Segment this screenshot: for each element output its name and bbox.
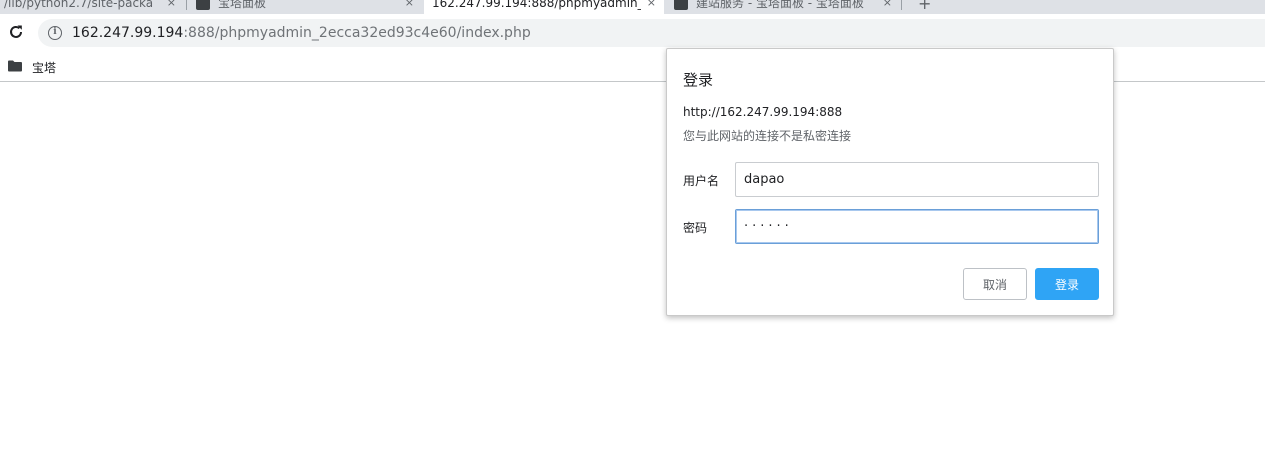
tab-close-icon[interactable]: × — [883, 0, 892, 11]
login-button[interactable]: 登录 — [1035, 268, 1099, 300]
tab-title: 162.247.99.194:888/phpmyadmin_2 — [432, 0, 641, 10]
tab-4[interactable]: 建站服务 - 宝塔面板 - 宝塔面板 × — [666, 0, 900, 14]
username-input[interactable] — [735, 162, 1099, 197]
url-path: :888/phpmyadmin_2ecca32ed93c4e60/index.p… — [183, 25, 531, 41]
password-input[interactable] — [735, 209, 1099, 244]
cancel-button[interactable]: 取消 — [963, 268, 1027, 300]
browser-toolbar: i 162.247.99.194:888/phpmyadmin_2ecca32e… — [0, 14, 1265, 52]
tab-title: 建站服务 - 宝塔面板 - 宝塔面板 — [696, 0, 864, 10]
url-host: 162.247.99.194 — [72, 25, 184, 41]
tab-close-icon[interactable]: × — [405, 0, 414, 11]
dialog-title: 登录 — [683, 71, 714, 89]
new-tab-button[interactable]: + — [918, 0, 931, 13]
connection-warning: 您与此网站的连接不是私密连接 — [683, 129, 852, 143]
bookmark-baota[interactable]: 宝塔 — [8, 57, 56, 77]
favicon-icon — [196, 0, 210, 10]
tab-title: /lib/python2.7/site-packa — [4, 0, 154, 10]
tab-close-icon[interactable]: × — [167, 0, 176, 11]
tab-separator — [901, 0, 902, 10]
tab-1[interactable]: /lib/python2.7/site-packa × — [0, 0, 184, 14]
reload-button[interactable] — [6, 22, 26, 42]
tab-close-icon[interactable]: × — [647, 0, 656, 11]
reload-icon — [10, 25, 22, 38]
favicon-icon — [674, 0, 688, 10]
address-bar[interactable]: i 162.247.99.194:888/phpmyadmin_2ecca32e… — [38, 19, 1265, 47]
tab-title: 宝塔面板 — [218, 0, 267, 10]
site-info-icon[interactable]: i — [48, 26, 62, 40]
password-label: 密码 — [683, 221, 708, 235]
tab-separator — [186, 0, 187, 10]
tab-3-active[interactable]: 162.247.99.194:888/phpmyadmin_2 × — [424, 0, 664, 14]
username-label: 用户名 — [683, 174, 720, 188]
tab-strip: /lib/python2.7/site-packa × 宝塔面板 × 162.2… — [0, 0, 1265, 14]
url-text: 162.247.99.194:888/phpmyadmin_2ecca32ed9… — [72, 25, 531, 41]
tab-2[interactable]: 宝塔面板 × — [188, 0, 422, 14]
folder-icon — [8, 60, 22, 75]
bookmark-label: 宝塔 — [32, 60, 57, 75]
dialog-origin: http://162.247.99.194:888 — [683, 105, 843, 119]
auth-dialog: 登录 http://162.247.99.194:888 您与此网站的连接不是私… — [666, 48, 1114, 316]
